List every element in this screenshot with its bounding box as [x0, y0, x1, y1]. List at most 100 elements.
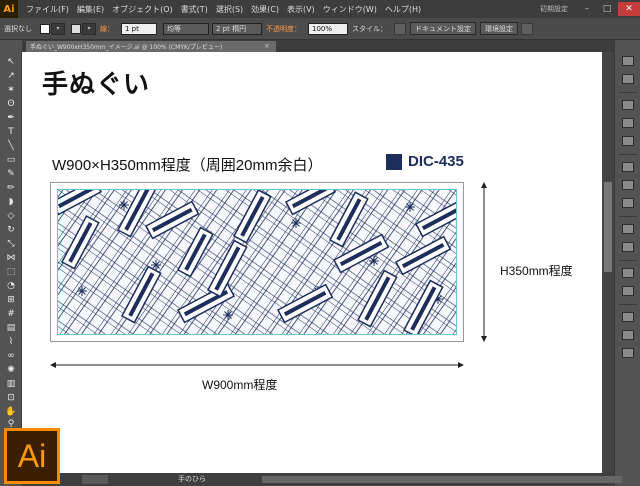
document-tab[interactable]: 手ぬぐい_W900xH350mm_イメージ.ai @ 100% (CMYK/プレ… [26, 41, 276, 52]
maximize-button[interactable]: □ [598, 2, 616, 16]
symbol-sprayer-tool-icon[interactable]: ✺ [5, 364, 17, 376]
stroke-panel-icon[interactable] [622, 162, 634, 172]
illustrator-window: Ai ファイル(F) 編集(E) オブジェクト(O) 書式(T) 選択(S) 効… [0, 0, 640, 486]
magic-wand-tool-icon[interactable]: ✶ [5, 84, 17, 96]
app-logo-icon: Ai [0, 0, 18, 18]
eraser-tool-icon[interactable]: ◇ [5, 210, 17, 222]
blend-tool-icon[interactable]: ∞ [5, 350, 17, 362]
mesh-tool-icon[interactable]: # [5, 308, 17, 320]
graphic-style-icon[interactable] [394, 22, 406, 35]
menu-view[interactable]: 表示(V) [283, 4, 319, 15]
align-icon[interactable] [521, 22, 533, 35]
line-tool-icon[interactable]: ╲ [5, 140, 17, 152]
status-bar: 手のひら [22, 473, 622, 486]
menu-edit[interactable]: 編集(E) [73, 4, 108, 15]
type-tool-icon[interactable]: T [5, 126, 17, 138]
artboard-tool-icon[interactable]: ⊡ [5, 392, 17, 404]
opacity-label[interactable]: 不透明度： [262, 24, 305, 34]
fill-dropdown[interactable]: ▾ [51, 22, 65, 35]
pencil-tool-icon[interactable]: ✏ [5, 182, 17, 194]
window-controls: 初期設定 – □ ✕ [540, 0, 640, 18]
close-button[interactable]: ✕ [618, 2, 640, 16]
collapsed-panels [614, 40, 640, 486]
transparency-panel-icon[interactable] [622, 198, 634, 208]
style-label: スタイル： [352, 24, 387, 33]
tenugui-pattern [57, 189, 457, 335]
column-graph-tool-icon[interactable]: ▥ [5, 378, 17, 390]
width-tool-icon[interactable]: ⋈ [5, 252, 17, 264]
menu-window[interactable]: ウィンドウ(W) [319, 4, 381, 15]
tenugui-outline [50, 182, 464, 342]
control-bar: 選択なし ▾ ▾ 線： 1 pt 均等 2 pt 楕円 不透明度： 100% ス… [0, 18, 640, 40]
menu-select[interactable]: 選択(S) [212, 4, 247, 15]
size-spec-text: W900×H350mm程度（周囲20mm余白） [52, 157, 323, 174]
width-label: W900mm程度 [202, 378, 278, 392]
illustrator-logo-badge: Ai [4, 428, 60, 484]
perspective-grid-tool-icon[interactable]: ⊞ [5, 294, 17, 306]
stroke-weight-field[interactable]: 1 pt [121, 22, 157, 35]
fill-swatch[interactable] [40, 23, 50, 34]
artboard[interactable]: 手ぬぐい W900×H350mm程度（周囲20mm余白） DIC-435 H35… [22, 52, 602, 473]
tab-close-icon[interactable]: × [264, 42, 270, 50]
free-transform-tool-icon[interactable]: ⬚ [5, 266, 17, 278]
height-label: H350mm程度 [500, 264, 573, 278]
brushes-panel-icon[interactable] [622, 118, 634, 128]
width-dimension-arrow [50, 362, 464, 368]
scale-tool-icon[interactable]: ⤡ [5, 238, 17, 250]
color-guide-panel-icon[interactable] [622, 74, 634, 84]
menu-bar: Ai ファイル(F) 編集(E) オブジェクト(O) 書式(T) 選択(S) 効… [0, 0, 640, 18]
vertical-scroll-thumb[interactable] [604, 182, 612, 272]
menu-help[interactable]: ヘルプ(H) [381, 4, 425, 15]
menu-object[interactable]: オブジェクト(O) [108, 4, 177, 15]
selection-tool-icon[interactable]: ↖ [5, 56, 17, 68]
vertical-scrollbar[interactable] [602, 52, 614, 473]
document-setup-button[interactable]: ドキュメント設定 [410, 22, 476, 35]
document-tab-title: 手ぬぐい_W900xH350mm_イメージ.ai @ 100% (CMYK/プレ… [30, 44, 223, 51]
symbols-panel-icon[interactable] [622, 136, 634, 146]
stroke-label[interactable]: 線： [96, 24, 118, 34]
blob-brush-tool-icon[interactable]: ◗ [5, 196, 17, 208]
gradient-tool-icon[interactable]: ▤ [5, 322, 17, 334]
lasso-tool-icon[interactable]: ʘ [5, 98, 17, 110]
document-tab-bar: 手ぬぐい_W900xH350mm_イメージ.ai @ 100% (CMYK/プレ… [22, 40, 614, 52]
variable-width-profile[interactable]: 均等 [163, 22, 209, 35]
swatches-panel-icon[interactable] [622, 100, 634, 110]
opacity-field[interactable]: 100% [308, 22, 348, 35]
menu-effect[interactable]: 効果(C) [247, 4, 283, 15]
artboard-title: 手ぬぐい [42, 70, 151, 100]
rectangle-tool-icon[interactable]: ▭ [5, 154, 17, 166]
menu-type[interactable]: 書式(T) [177, 4, 212, 15]
color-panel-icon[interactable] [622, 56, 634, 66]
brush-definition[interactable]: 2 pt 楕円 [212, 22, 262, 35]
workspace-switcher[interactable]: 初期設定 [540, 4, 568, 14]
tools-panel: ↖ ↗ ✶ ʘ ✒ T ╲ ▭ ✎ ✏ ◗ ◇ ↻ ⤡ ⋈ ⬚ ◔ ⊞ # ▤ … [0, 52, 22, 429]
hand-tool-icon[interactable]: ✋ [5, 406, 17, 418]
graphic-styles-panel-icon[interactable] [622, 242, 634, 252]
height-dimension-arrow [481, 182, 487, 342]
tenugui-pattern-art [58, 190, 456, 334]
direct-selection-tool-icon[interactable]: ↗ [5, 70, 17, 82]
transform-panel-icon[interactable] [622, 348, 634, 358]
pen-tool-icon[interactable]: ✒ [5, 112, 17, 124]
minimize-button[interactable]: – [578, 2, 596, 16]
menu-file[interactable]: ファイル(F) [22, 4, 73, 15]
dic-color-swatch [386, 154, 402, 170]
layers-panel-icon[interactable] [622, 268, 634, 278]
artboards-panel-icon[interactable] [622, 286, 634, 296]
eyedropper-tool-icon[interactable]: ⌇ [5, 336, 17, 348]
status-tool-name: 手のひら [178, 475, 206, 483]
selection-status: 選択なし [4, 24, 32, 33]
rotate-tool-icon[interactable]: ↻ [5, 224, 17, 236]
align-panel-icon[interactable] [622, 312, 634, 322]
dic-color-label: DIC-435 [408, 153, 464, 170]
paintbrush-tool-icon[interactable]: ✎ [5, 168, 17, 180]
zoom-field[interactable] [82, 475, 108, 484]
pathfinder-panel-icon[interactable] [622, 330, 634, 340]
stroke-dropdown[interactable]: ▾ [82, 22, 96, 35]
horizontal-scrollbar[interactable] [262, 476, 622, 483]
shape-builder-tool-icon[interactable]: ◔ [5, 280, 17, 292]
preferences-button[interactable]: 環境設定 [480, 22, 518, 35]
stroke-swatch[interactable] [71, 23, 81, 34]
appearance-panel-icon[interactable] [622, 224, 634, 234]
gradient-panel-icon[interactable] [622, 180, 634, 190]
